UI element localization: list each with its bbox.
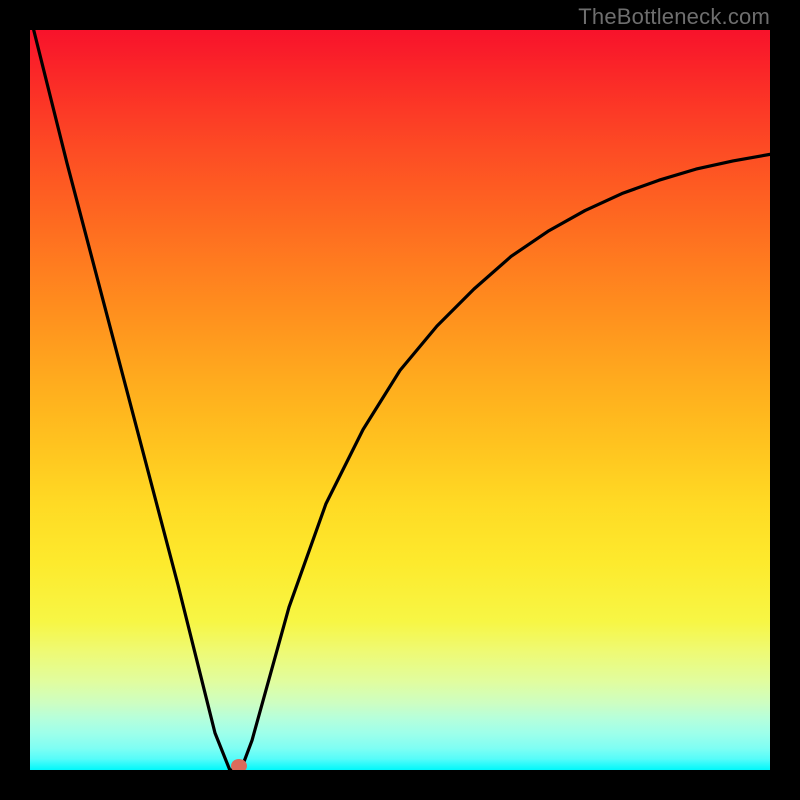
optimum-marker	[231, 759, 247, 770]
chart-frame: TheBottleneck.com	[0, 0, 800, 800]
bottleneck-curve	[30, 30, 770, 770]
watermark-text: TheBottleneck.com	[578, 4, 770, 30]
plot-area	[30, 30, 770, 770]
